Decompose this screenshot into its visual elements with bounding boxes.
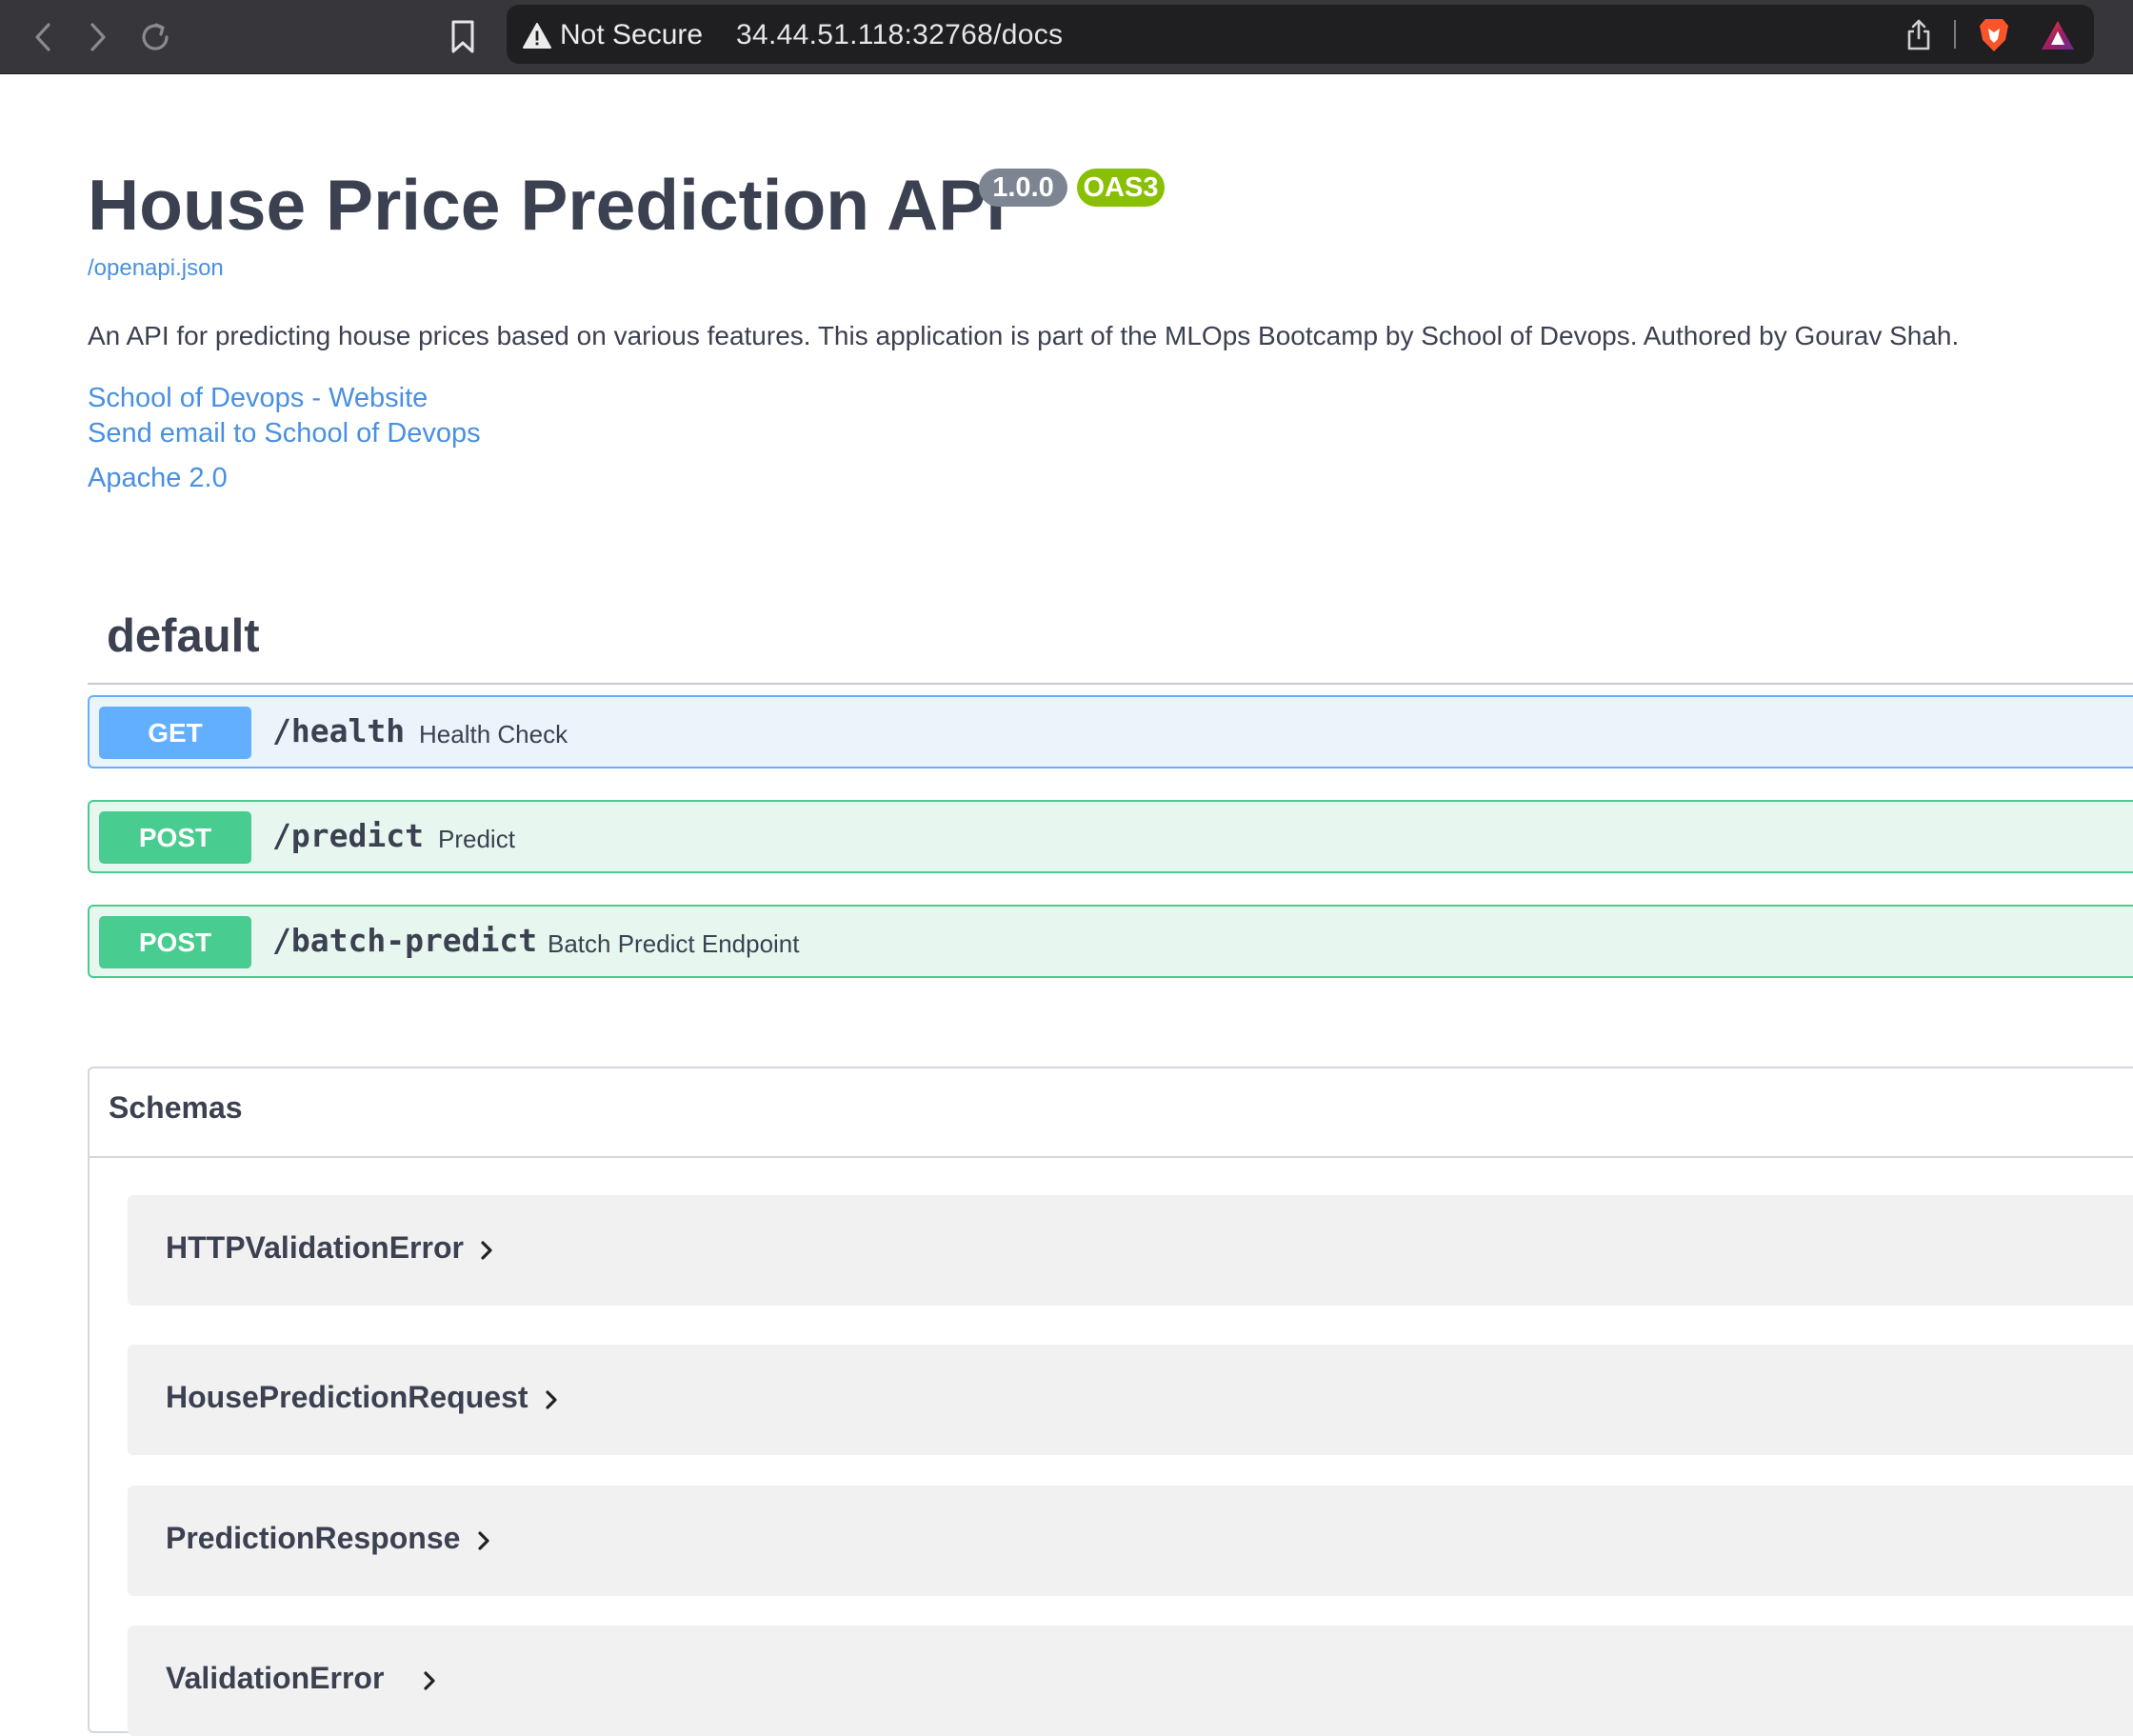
- brave-rewards-icon[interactable]: [2040, 19, 2076, 56]
- schemas-title: Schemas: [109, 1090, 243, 1125]
- section-divider: [88, 683, 2133, 685]
- operation-summary: Batch Predict Endpoint: [548, 929, 800, 958]
- reload-icon[interactable]: [131, 13, 179, 61]
- operation-path: /health: [272, 712, 406, 749]
- chevron-right-icon[interactable]: [543, 1388, 560, 1416]
- browser-toolbar: Not Secure 34.44.51.118:32768/docs: [0, 0, 2133, 74]
- chevron-right-icon[interactable]: [478, 1239, 495, 1267]
- license-link[interactable]: Apache 2.0: [88, 463, 228, 494]
- schema-model-housepredictionrequest[interactable]: HousePredictionRequest: [128, 1345, 2133, 1455]
- toolbar-separator: [1954, 20, 1956, 49]
- email-link[interactable]: Send email to School of Devops: [88, 418, 481, 449]
- schema-name: ValidationError: [166, 1661, 385, 1695]
- back-icon[interactable]: [19, 13, 67, 61]
- version-badge: 1.0.0: [979, 169, 1067, 207]
- operation-post-predict[interactable]: POST /predict Predict: [88, 800, 2133, 873]
- method-badge: GET: [99, 707, 251, 759]
- url-text[interactable]: 34.44.51.118:32768/docs: [736, 19, 1063, 51]
- bookmark-icon[interactable]: [439, 13, 487, 61]
- security-label[interactable]: Not Secure: [560, 19, 703, 51]
- method-badge: POST: [99, 811, 251, 864]
- method-badge: POST: [99, 916, 251, 968]
- schema-model-httpvalidationerror[interactable]: HTTPValidationError: [128, 1195, 2133, 1306]
- share-icon[interactable]: [1904, 17, 1933, 56]
- schema-model-validationerror[interactable]: ValidationError: [128, 1626, 2133, 1736]
- operation-summary: Predict: [438, 825, 515, 853]
- schema-name: PredictionResponse: [166, 1521, 461, 1555]
- oas-badge: OAS3: [1077, 169, 1165, 207]
- schemas-header[interactable]: Schemas: [90, 1068, 2133, 1158]
- address-bar[interactable]: Not Secure 34.44.51.118:32768/docs: [507, 5, 2094, 64]
- operation-path: /batch-predict: [272, 922, 538, 959]
- schemas-section: Schemas HTTPValidationError HousePredict…: [88, 1067, 2133, 1736]
- website-link[interactable]: School of Devops - Website: [88, 383, 428, 414]
- schema-name: HTTPValidationError: [166, 1230, 464, 1265]
- operation-get-health[interactable]: GET /health Health Check: [88, 695, 2133, 768]
- operation-summary: Health Check: [419, 720, 568, 748]
- warning-icon: [523, 23, 551, 54]
- operation-path: /predict: [272, 817, 424, 854]
- operation-post-batch-predict[interactable]: POST /batch-predict Batch Predict Endpoi…: [88, 905, 2133, 978]
- tag-section-title[interactable]: default: [107, 609, 260, 663]
- openapi-json-link[interactable]: /openapi.json: [88, 255, 224, 282]
- chevron-right-icon[interactable]: [475, 1529, 492, 1557]
- chevron-right-icon[interactable]: [421, 1669, 438, 1697]
- schema-name: HousePredictionRequest: [166, 1380, 528, 1414]
- brave-shield-icon[interactable]: [1978, 17, 2010, 58]
- forward-icon[interactable]: [74, 13, 122, 61]
- api-description: An API for predicting house prices based…: [88, 321, 1960, 350]
- schema-model-predictionresponse[interactable]: PredictionResponse: [128, 1486, 2133, 1596]
- page-title: House Price Prediction API: [88, 165, 1007, 245]
